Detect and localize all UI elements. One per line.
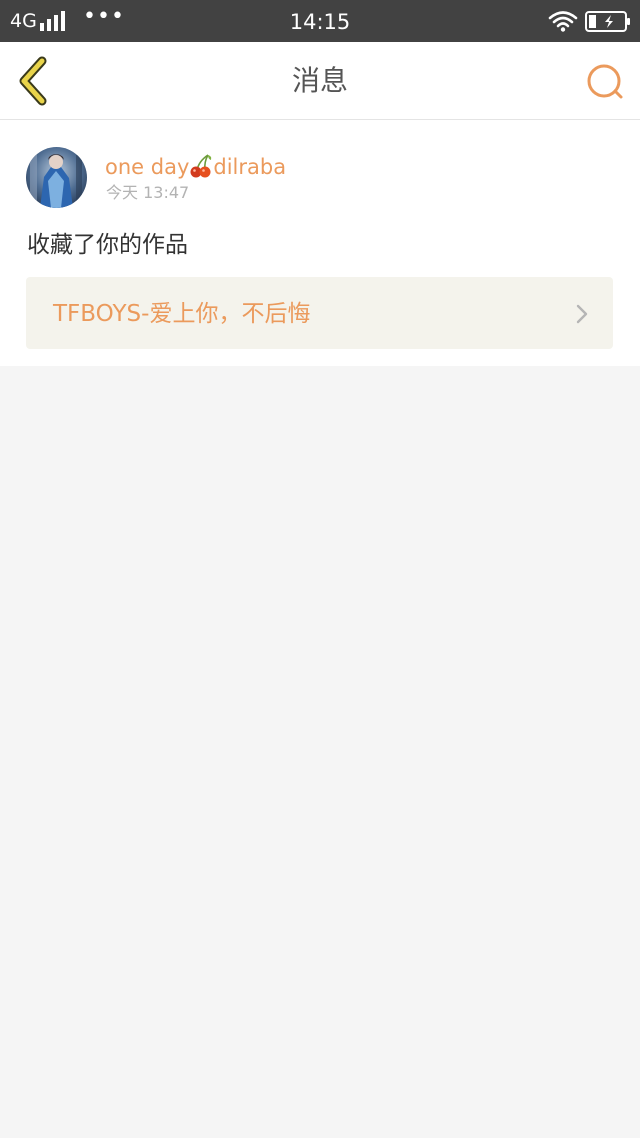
page-title: 消息	[291, 64, 348, 97]
avatar[interactable]	[26, 147, 87, 208]
status-time: 14:15	[289, 10, 351, 34]
work-title: TFBOYS-爱上你，不后悔	[53, 301, 311, 327]
work-link-card[interactable]: TFBOYS-爱上你，不后悔	[26, 277, 613, 349]
username-suffix: dilraba	[213, 155, 287, 179]
message-action: 收藏了你的作品	[27, 232, 188, 258]
battery-icon	[585, 11, 630, 32]
wifi-icon	[548, 11, 578, 32]
message-card: one day dilraba 今天 13:47 收藏了你的作品 TFBOYS-…	[0, 120, 640, 366]
search-icon[interactable]	[584, 62, 626, 102]
username[interactable]: one day dilraba	[105, 153, 286, 180]
cherry-icon	[190, 154, 212, 178]
username-prefix: one day	[105, 155, 190, 179]
nav-bar: 消息	[0, 42, 640, 120]
status-bar: 4G ••• 14:15	[0, 0, 640, 42]
message-timestamp: 今天 13:47	[106, 183, 190, 202]
chevron-right-icon	[576, 304, 588, 324]
